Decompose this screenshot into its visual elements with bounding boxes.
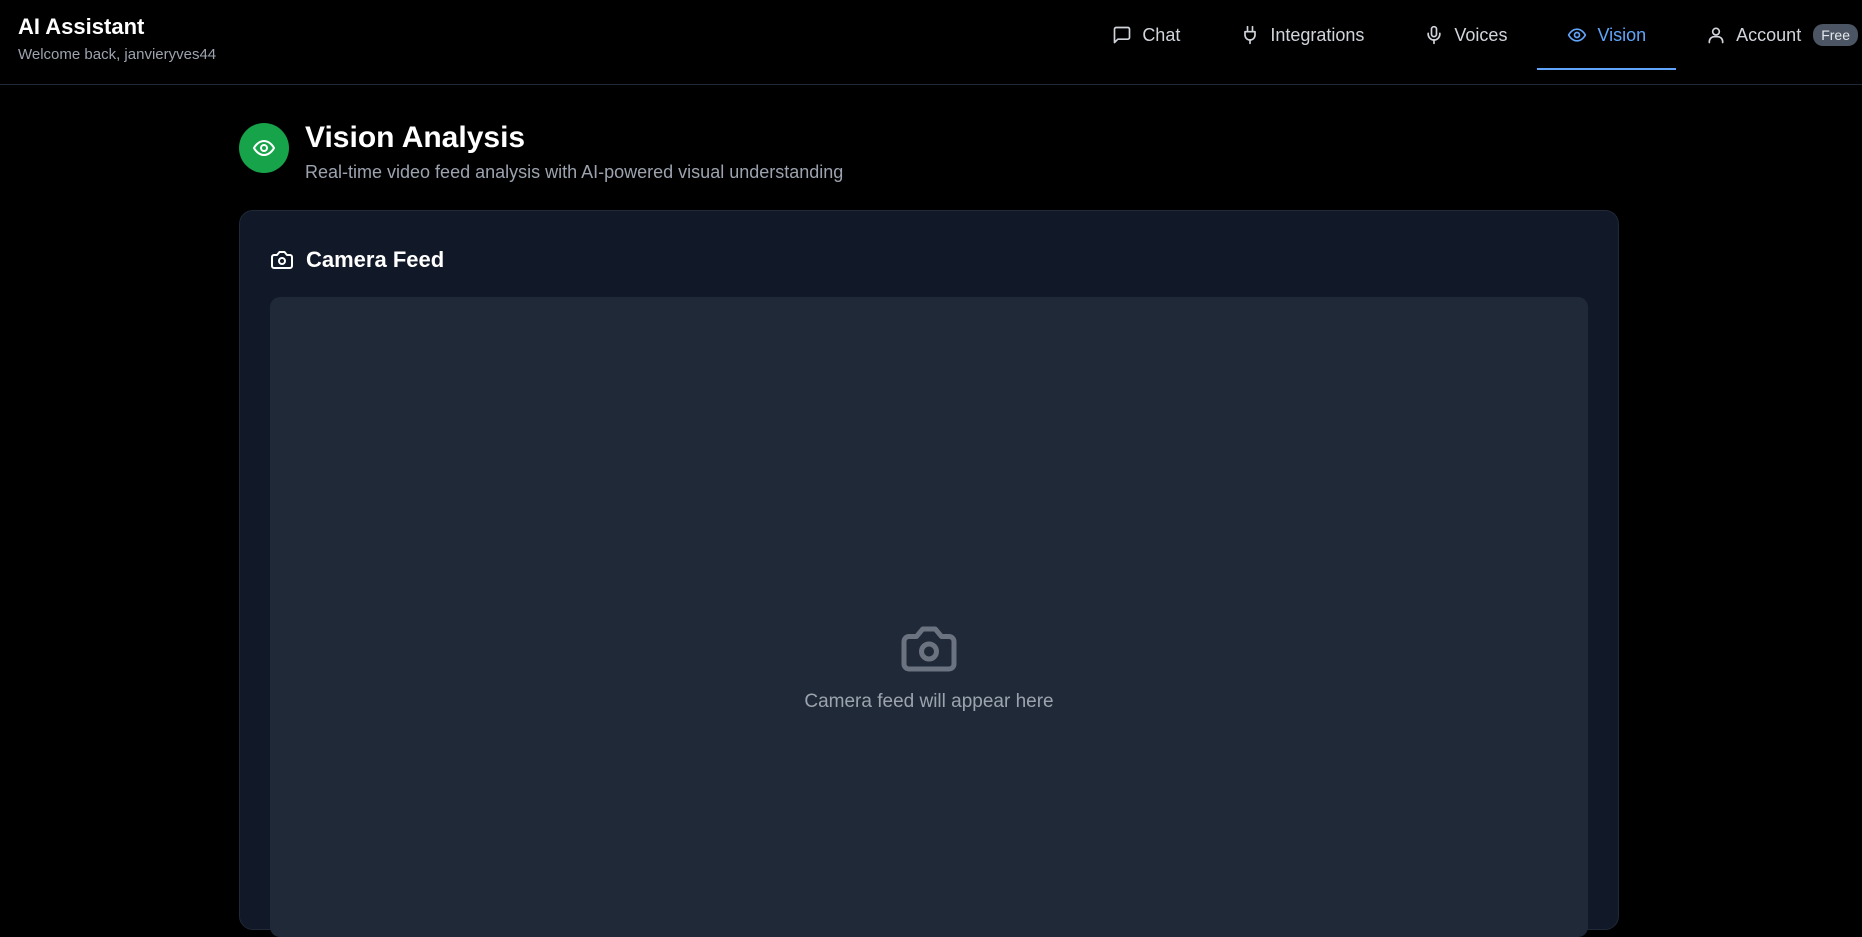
app-title: AI Assistant xyxy=(18,14,145,39)
camera-icon xyxy=(271,251,293,269)
main-nav: Chat Integrations Voices Vision Account … xyxy=(1082,0,1862,84)
nav-tab-voices[interactable]: Voices xyxy=(1394,0,1537,70)
microphone-icon xyxy=(1427,25,1442,45)
camera-feed-area: Camera feed will appear here xyxy=(270,297,1588,937)
page-subtitle: Real-time video feed analysis with AI-po… xyxy=(305,162,844,182)
eye-icon xyxy=(253,140,275,156)
page-icon-circle xyxy=(239,123,289,173)
page-title: Vision Analysis xyxy=(305,121,526,154)
plan-badge: Free xyxy=(1813,24,1858,46)
top-header: AI Assistant Welcome back, janvieryves44… xyxy=(0,0,1862,85)
nav-tab-integrations[interactable]: Integrations xyxy=(1210,0,1394,70)
eye-icon xyxy=(1568,28,1587,42)
nav-tab-chat[interactable]: Chat xyxy=(1082,0,1210,70)
camera-feed-placeholder: Camera feed will appear here xyxy=(270,619,1588,713)
camera-feed-placeholder-text: Camera feed will appear here xyxy=(804,691,1054,712)
camera-feed-card: Camera Feed Camera feed will appear here xyxy=(239,210,1619,937)
user-icon xyxy=(1708,27,1724,44)
nav-tab-integrations-label: Integrations xyxy=(1270,24,1365,45)
nav-tab-vision[interactable]: Vision xyxy=(1537,0,1676,70)
brand: AI Assistant Welcome back, janvieryves44 xyxy=(18,14,216,64)
nav-tab-voices-label: Voices xyxy=(1454,24,1508,45)
welcome-text: Welcome back, janvieryves44 xyxy=(18,46,217,63)
nav-tab-vision-label: Vision xyxy=(1597,24,1647,45)
plug-icon xyxy=(1244,25,1257,45)
nav-tab-chat-label: Chat xyxy=(1142,24,1181,45)
nav-tab-account-label: Account xyxy=(1736,24,1802,45)
camera-feed-title: Camera Feed xyxy=(306,247,445,272)
page-header: Vision Analysis Real-time video feed ana… xyxy=(239,121,844,183)
camera-feed-header: Camera Feed xyxy=(270,247,444,273)
page-heading-text: Vision Analysis Real-time video feed ana… xyxy=(305,121,844,183)
camera-icon xyxy=(901,626,957,672)
nav-tab-account[interactable]: Account Free xyxy=(1676,0,1862,70)
chat-bubble-icon xyxy=(1113,26,1131,44)
